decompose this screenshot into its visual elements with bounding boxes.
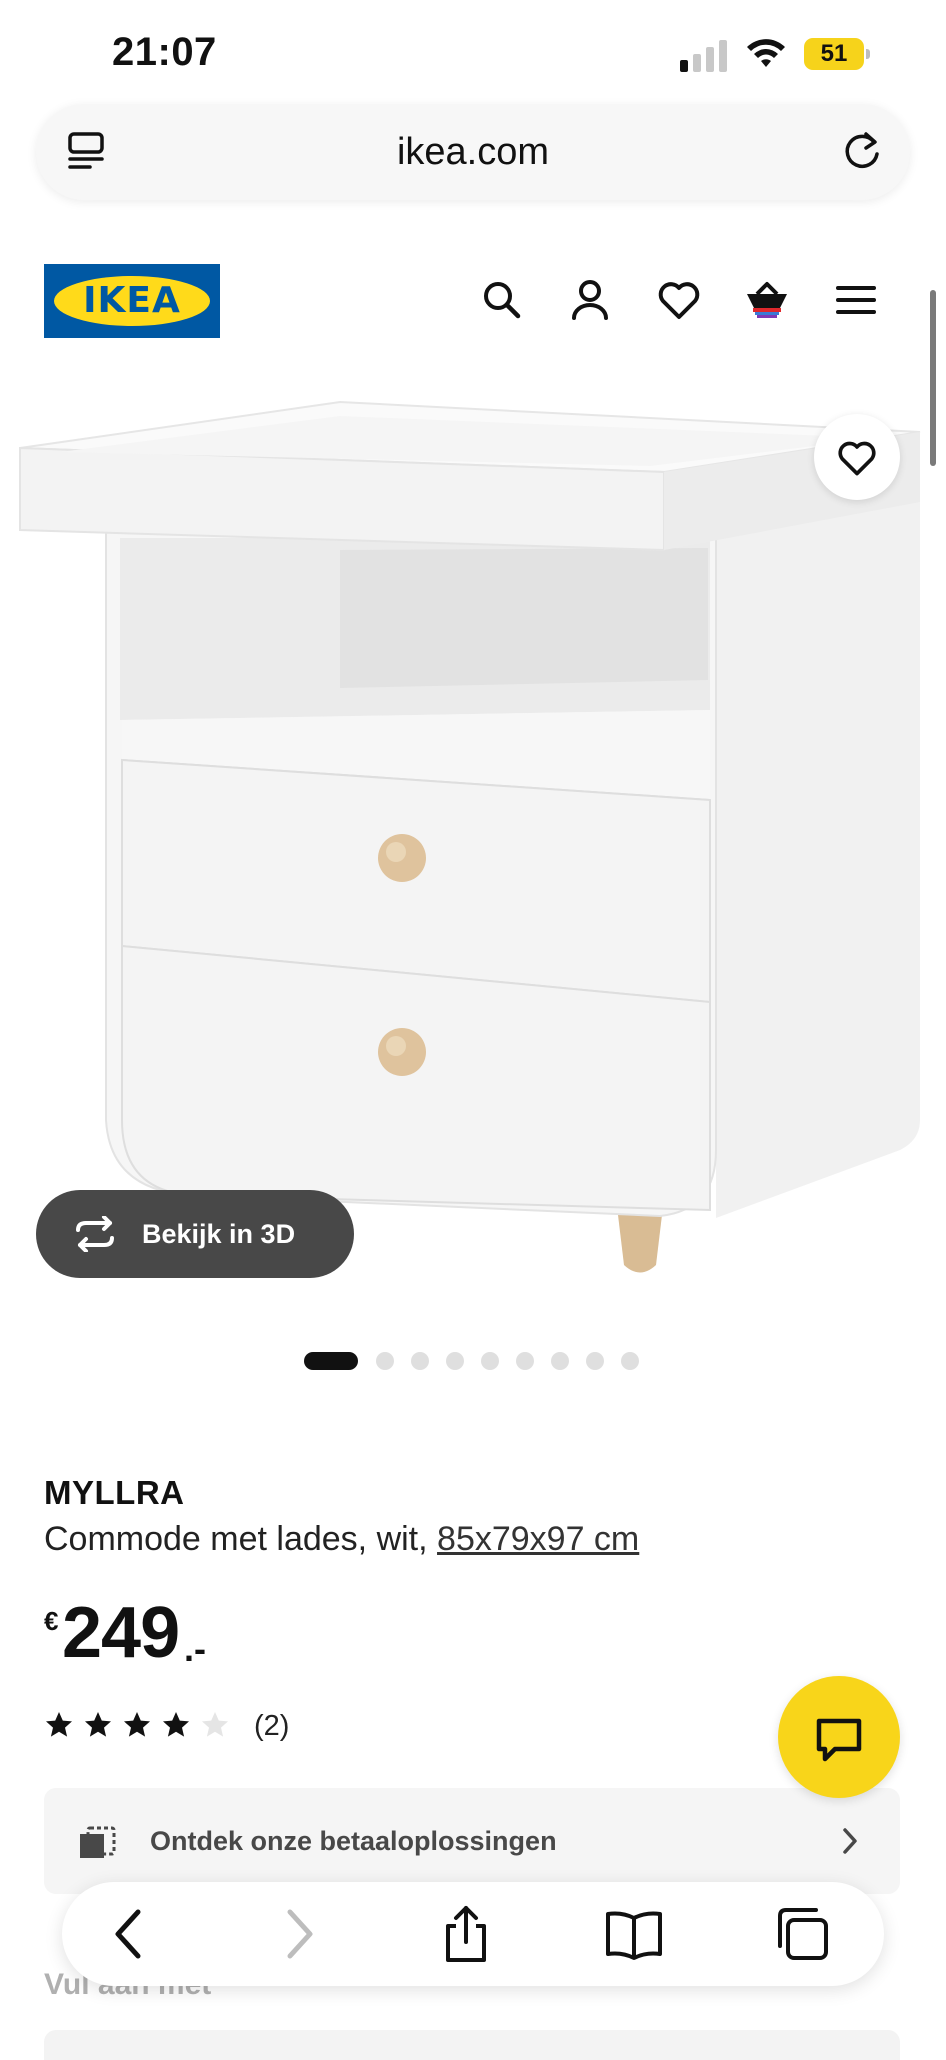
view-in-3d-label: Bekijk in 3D bbox=[142, 1219, 296, 1249]
url-text[interactable]: ikea.com bbox=[36, 104, 910, 200]
share-button[interactable] bbox=[436, 1904, 496, 1964]
view-in-3d-button[interactable]: Bekijk in 3D bbox=[36, 1190, 354, 1278]
heart-icon[interactable] bbox=[655, 276, 703, 324]
wifi-icon bbox=[747, 39, 785, 67]
star-filled-icon bbox=[124, 1712, 150, 1737]
account-icon[interactable] bbox=[566, 276, 614, 324]
product-image[interactable] bbox=[0, 380, 946, 1310]
heart-icon bbox=[838, 441, 876, 476]
carousel-dot[interactable] bbox=[376, 1352, 394, 1370]
battery-indicator: 51 bbox=[804, 38, 870, 70]
carousel-dot[interactable] bbox=[481, 1352, 499, 1370]
reload-icon[interactable] bbox=[838, 128, 886, 176]
product-description: Commode met lades, wit, 85x79x97 cm bbox=[44, 1520, 639, 1559]
bookmarks-button[interactable] bbox=[604, 1904, 664, 1964]
chevron-right-icon bbox=[843, 1828, 857, 1854]
favorite-button[interactable] bbox=[814, 414, 900, 500]
browser-toolbar bbox=[62, 1882, 884, 1986]
carousel-dot[interactable] bbox=[586, 1352, 604, 1370]
carousel-dot[interactable] bbox=[304, 1352, 358, 1370]
chat-icon bbox=[816, 1718, 862, 1762]
status-bar: 21:07 51 bbox=[0, 0, 946, 100]
forward-button[interactable] bbox=[268, 1904, 328, 1964]
address-bar[interactable]: ikea.com bbox=[36, 104, 910, 200]
back-button[interactable] bbox=[100, 1904, 160, 1964]
star-filled-icon bbox=[46, 1712, 72, 1737]
carousel-dot[interactable] bbox=[446, 1352, 464, 1370]
payment-options-banner[interactable]: Ontdek onze betaaloplossingen bbox=[44, 1788, 900, 1894]
price-amount: 249 bbox=[62, 1593, 180, 1673]
logo-text: IKEA bbox=[83, 280, 181, 321]
carousel-dot[interactable] bbox=[411, 1352, 429, 1370]
menu-icon[interactable] bbox=[832, 276, 880, 324]
star-empty-icon bbox=[202, 1712, 228, 1737]
product-description-text: Commode met lades, wit, bbox=[44, 1520, 438, 1558]
price-currency: € bbox=[44, 1606, 59, 1636]
product-name: MYLLRA bbox=[44, 1474, 185, 1511]
wallet-icon bbox=[80, 1826, 116, 1858]
basket-icon[interactable] bbox=[743, 276, 791, 324]
price-decimal: .- bbox=[184, 1628, 206, 1669]
cellular-signal-icon bbox=[680, 38, 728, 72]
chat-button[interactable] bbox=[778, 1676, 900, 1798]
carousel-dot[interactable] bbox=[516, 1352, 534, 1370]
ikea-logo[interactable]: IKEA bbox=[44, 264, 220, 338]
content-card bbox=[44, 2030, 900, 2060]
payment-options-label: Ontdek onze betaaloplossingen bbox=[150, 1826, 557, 1856]
carousel-dot[interactable] bbox=[621, 1352, 639, 1370]
product-dimensions-link[interactable]: 85x79x97 cm bbox=[437, 1520, 639, 1558]
rating-count[interactable]: (2) bbox=[254, 1710, 289, 1743]
tabs-button[interactable] bbox=[772, 1904, 832, 1964]
star-filled-icon bbox=[85, 1712, 111, 1737]
battery-percent: 51 bbox=[820, 40, 848, 67]
carousel-dot[interactable] bbox=[551, 1352, 569, 1370]
search-icon[interactable] bbox=[478, 276, 526, 324]
status-time: 21:07 bbox=[112, 30, 217, 74]
star-filled-icon bbox=[163, 1712, 189, 1737]
rotate-3d-icon bbox=[76, 1216, 114, 1252]
